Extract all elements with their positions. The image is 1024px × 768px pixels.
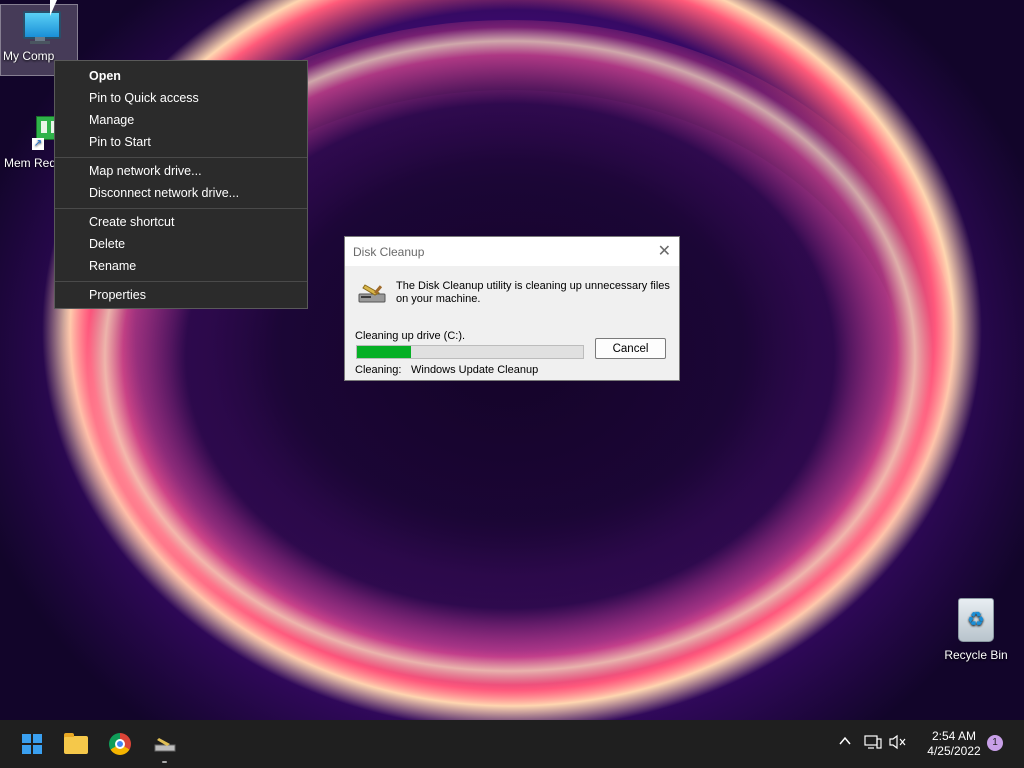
clock-time: 2:54 AM (931, 729, 977, 743)
cancel-button[interactable]: Cancel (595, 338, 666, 359)
disk-cleanup-dialog: Disk Cleanup ✕ The Disk Cleanup utility … (344, 236, 680, 381)
desktop-icon-label: Mem Red (4, 156, 57, 170)
running-indicator (162, 761, 167, 763)
menu-item-disconnect-network-drive[interactable]: Disconnect network drive... (89, 183, 239, 203)
dialog-title: Disk Cleanup (353, 245, 425, 259)
start-button[interactable] (12, 724, 52, 764)
menu-item-properties[interactable]: Properties (89, 285, 146, 305)
clock-date: 4/25/2022 (927, 744, 981, 758)
menu-item-pin-to-start[interactable]: Pin to Start (89, 132, 151, 152)
recycle-bin-icon: ♻ (936, 596, 1016, 642)
file-explorer-button[interactable] (56, 724, 96, 764)
mouse-cursor-icon (50, 0, 57, 16)
disk-cleanup-icon (154, 738, 176, 752)
progress-bar (356, 345, 584, 359)
context-menu: Open Pin to Quick access Manage Pin to S… (54, 60, 308, 309)
menu-item-pin-quick-access[interactable]: Pin to Quick access (89, 88, 199, 108)
dialog-title-bar[interactable]: Disk Cleanup ✕ (345, 237, 679, 266)
menu-item-manage[interactable]: Manage (89, 110, 134, 130)
windows-logo-icon (22, 734, 42, 754)
disk-cleanup-taskbar-button[interactable] (144, 724, 184, 764)
menu-separator (55, 208, 307, 209)
disk-cleanup-icon (358, 284, 386, 303)
progress-label: Cleaning up drive (C:). (355, 330, 466, 342)
shortcut-arrow-icon: ↗ (32, 138, 44, 150)
system-clock[interactable]: 2:54 AM 4/25/2022 (916, 729, 992, 759)
cleaning-label: Cleaning: (355, 364, 402, 376)
menu-item-create-shortcut[interactable]: Create shortcut (89, 212, 174, 232)
menu-separator (55, 157, 307, 158)
menu-item-delete[interactable]: Delete (89, 234, 125, 254)
volume-muted-icon[interactable] (889, 734, 907, 753)
chrome-icon (109, 733, 131, 755)
menu-item-open[interactable]: Open (89, 66, 121, 86)
menu-separator (55, 281, 307, 282)
cleaning-value: Windows Update Cleanup (411, 364, 539, 376)
menu-item-rename[interactable]: Rename (89, 256, 136, 276)
network-icon[interactable] (864, 734, 882, 753)
chrome-button[interactable] (100, 724, 140, 764)
progress-bar-fill (357, 346, 412, 358)
folder-icon (64, 733, 88, 754)
desktop-icon-label: Recycle Bin (944, 648, 1008, 662)
desktop-icon-recycle-bin[interactable]: ♻ Recycle Bin (936, 596, 1016, 662)
chevron-up-icon[interactable] (838, 734, 852, 751)
notification-badge[interactable]: 1 (987, 735, 1003, 751)
menu-item-map-network-drive[interactable]: Map network drive... (89, 161, 202, 181)
close-icon[interactable]: ✕ (658, 241, 671, 261)
dialog-message: The Disk Cleanup utility is cleaning up … (396, 280, 670, 305)
taskbar (0, 720, 1024, 768)
